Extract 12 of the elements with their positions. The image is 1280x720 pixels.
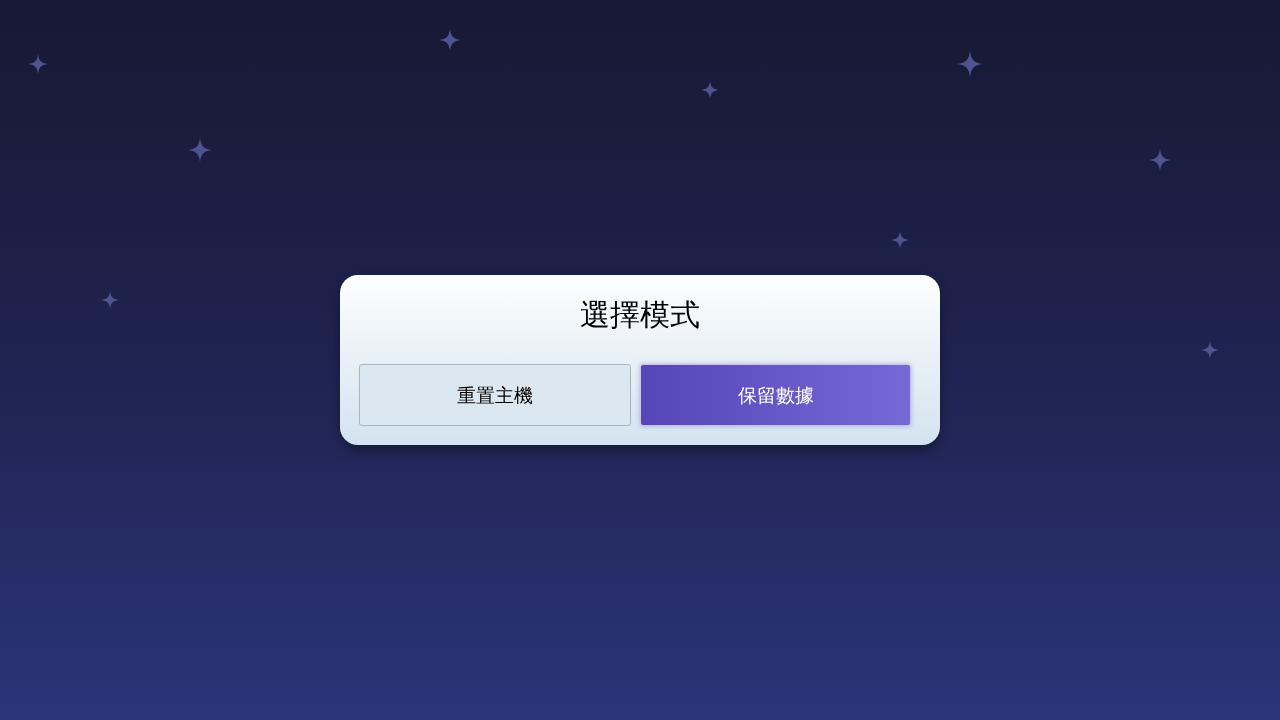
sparkle-icon xyxy=(957,51,983,77)
mode-button[interactable]: 保留數據 xyxy=(640,364,911,426)
sparkle-icon xyxy=(28,54,48,74)
sparkle-icon xyxy=(188,138,212,162)
sparkle-icon xyxy=(439,29,461,51)
sparkle-icon xyxy=(1201,341,1219,359)
sparkle-icon xyxy=(101,291,119,309)
sparkle-icon xyxy=(701,81,719,99)
sparkle-icon xyxy=(891,231,909,249)
dialog-title: 選擇模式 xyxy=(580,296,700,334)
mode-button[interactable]: 重置主機 xyxy=(359,364,631,426)
sparkle-icon xyxy=(1149,149,1171,171)
